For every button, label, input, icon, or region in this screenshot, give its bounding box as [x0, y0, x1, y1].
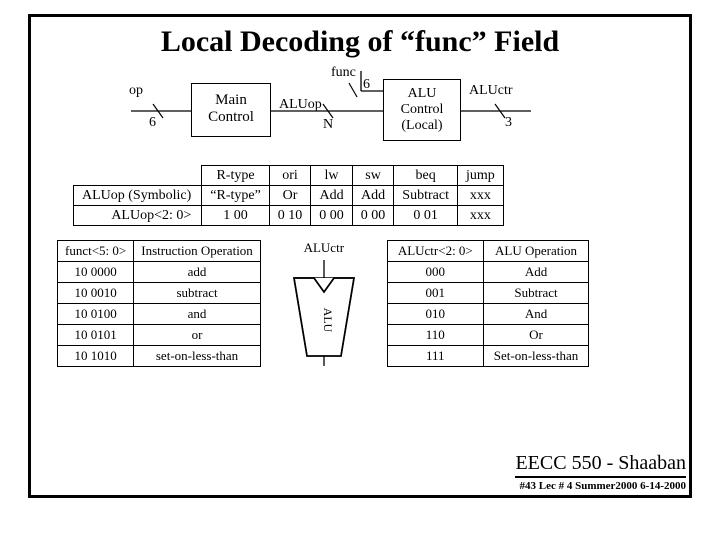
t1-cell: “R-type” [202, 186, 270, 206]
alu-inner-label: ALU [321, 308, 335, 333]
t2-head: Instruction Operation [134, 241, 261, 262]
t1-col: lw [311, 166, 353, 186]
t1-cell: xxx [457, 186, 503, 206]
t3-cell: 010 [387, 304, 483, 325]
t1-cell: Subtract [394, 186, 458, 206]
footer: EECC 550 - Shaaban #43 Lec # 4 Summer200… [515, 452, 686, 492]
t2-cell: set-on-less-than [134, 346, 261, 367]
main-control-text: Main Control [208, 92, 254, 125]
t1-cell: xxx [457, 206, 503, 226]
t2-cell: 10 0000 [58, 262, 134, 283]
funct-table: funct<5: 0> Instruction Operation 10 000… [57, 240, 261, 367]
alu-shape-icon: ALU [279, 256, 369, 366]
page-title: Local Decoding of “func” Field [31, 25, 689, 59]
aluop-width: N [323, 117, 333, 133]
alu-control-box: ALU Control (Local) [383, 79, 461, 141]
t1-cell: 1 00 [202, 206, 270, 226]
alu-control-text: ALU Control (Local) [401, 86, 444, 133]
main-control-box: Main Control [191, 83, 271, 137]
t2-head: funct<5: 0> [58, 241, 134, 262]
t3-cell: Subtract [483, 283, 588, 304]
t3-cell: Add [483, 262, 588, 283]
t2-cell: subtract [134, 283, 261, 304]
t3-cell: Set-on-less-than [483, 346, 588, 367]
t1-col: R-type [202, 166, 270, 186]
t3-head: ALU Operation [483, 241, 588, 262]
t2-cell: 10 0010 [58, 283, 134, 304]
t2-cell: 10 0101 [58, 325, 134, 346]
slide-frame: Local Decoding of “func” Field op 6 Main… [28, 14, 692, 498]
func-width: 6 [363, 77, 370, 93]
t1-cell: Or [269, 186, 311, 206]
slide-meta: #43 Lec # 4 Summer2000 6-14-2000 [515, 480, 686, 492]
t1-cell: Add [352, 186, 394, 206]
t3-cell: And [483, 304, 588, 325]
t2-cell: 10 1010 [58, 346, 134, 367]
alu-top-label: ALUctr [279, 240, 369, 256]
t1-rowhead: ALUop<2: 0> [74, 206, 202, 226]
t2-cell: and [134, 304, 261, 325]
t1-cell: 0 10 [269, 206, 311, 226]
bottom-row: funct<5: 0> Instruction Operation 10 000… [57, 240, 689, 371]
t3-head: ALUctr<2: 0> [387, 241, 483, 262]
t3-cell: Or [483, 325, 588, 346]
aluctr-width: 3 [505, 115, 512, 131]
aluop-decoding-table: R-type ori lw sw beq jump ALUop (Symboli… [73, 165, 504, 226]
aluctr-label: ALUctr [469, 83, 513, 99]
op-label: op [129, 83, 143, 99]
t1-col: jump [457, 166, 503, 186]
t2-cell: or [134, 325, 261, 346]
t2-cell: 10 0100 [58, 304, 134, 325]
diagram-wires [91, 71, 651, 163]
t2-cell: add [134, 262, 261, 283]
func-label: func [331, 65, 356, 81]
t1-cell: 0 01 [394, 206, 458, 226]
t1-rowhead: ALUop (Symbolic) [74, 186, 202, 206]
t1-cell: Add [311, 186, 353, 206]
t1-col: beq [394, 166, 458, 186]
t1-cell: 0 00 [352, 206, 394, 226]
t1-cell: 0 00 [311, 206, 353, 226]
t3-cell: 110 [387, 325, 483, 346]
course-label: EECC 550 - Shaaban [515, 452, 686, 478]
aluctr-table: ALUctr<2: 0> ALU Operation 000Add 001Sub… [387, 240, 589, 367]
aluop-label: ALUop [279, 97, 322, 113]
block-diagram: op 6 Main Control func 6 ALUop N ALU Con… [91, 71, 689, 163]
t3-cell: 111 [387, 346, 483, 367]
t1-col: ori [269, 166, 311, 186]
op-width: 6 [149, 115, 156, 131]
t3-cell: 000 [387, 262, 483, 283]
t3-cell: 001 [387, 283, 483, 304]
alu-symbol: ALUctr ALU [279, 240, 369, 371]
t1-col: sw [352, 166, 394, 186]
